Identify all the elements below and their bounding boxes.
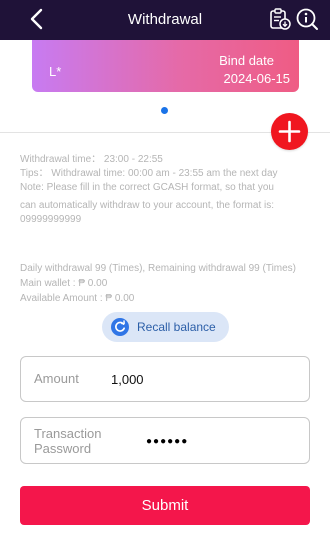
main-wallet-text: Main wallet : ₱ 0.00 <box>20 278 108 289</box>
clipboard-download-icon <box>270 8 291 30</box>
records-button[interactable] <box>268 7 292 31</box>
submit-button[interactable]: Submit <box>20 486 310 525</box>
transaction-password-field[interactable]: Transaction Password ●●●●●● <box>20 417 310 464</box>
withdrawal-time-text: Withdrawal time： 23:00 - 22:55 <box>20 154 163 165</box>
bind-date-value: 2024-06-15 <box>223 71 291 86</box>
info-icon <box>296 8 318 30</box>
password-masked-value[interactable]: ●●●●●● <box>146 436 188 447</box>
note-format-example: 09999999999 <box>20 214 82 225</box>
amount-label: Amount <box>34 371 79 386</box>
pager-dot[interactable] <box>161 107 168 114</box>
password-label-line2: Password <box>34 441 92 456</box>
amount-value[interactable]: 1,000 <box>111 372 144 387</box>
note-text-line2: can automatically withdraw to your accou… <box>20 200 275 211</box>
add-card-button[interactable] <box>271 113 308 150</box>
available-amount-text: Available Amount : ₱ 0.00 <box>20 293 135 304</box>
card-holder-name: L* <box>49 64 62 79</box>
password-label-line1: Transaction <box>34 426 102 441</box>
daily-withdrawal-text: Daily withdrawal 99 (Times), Remaining w… <box>20 263 297 274</box>
tips-text: Tips： Withdrawal time: 00:00 am - 23:55 … <box>20 168 278 179</box>
info-button[interactable] <box>295 7 319 31</box>
bank-card[interactable]: L* Bind date 2024-06-15 <box>32 40 299 92</box>
note-text-line1: Note: Please fill in the correct GCASH f… <box>20 182 274 193</box>
header-bar: Withdrawal <box>0 0 330 40</box>
plus-icon <box>278 120 301 143</box>
amount-field[interactable]: Amount 1,000 <box>20 356 310 402</box>
recall-balance-button[interactable]: Recall balance <box>102 312 229 342</box>
refresh-icon <box>111 318 129 336</box>
recall-balance-label: Recall balance <box>137 320 216 334</box>
bind-date-label: Bind date <box>219 53 274 68</box>
